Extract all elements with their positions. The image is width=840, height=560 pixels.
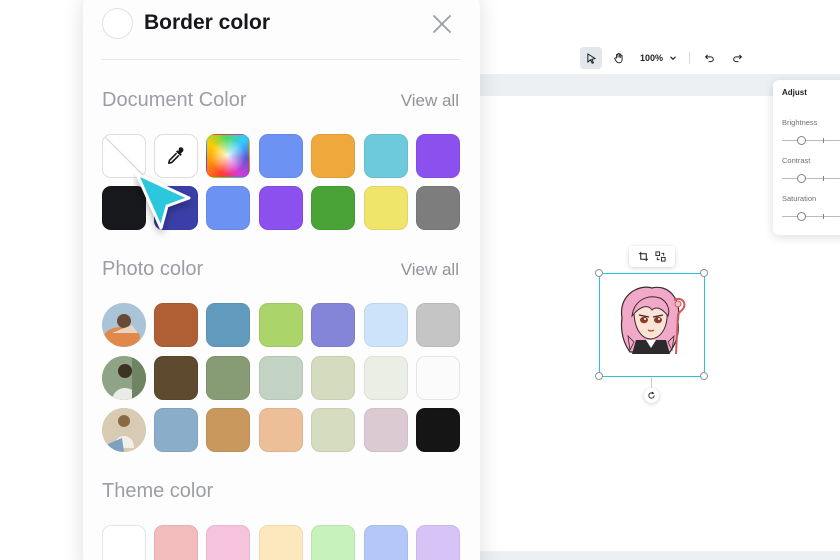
photo-color-view-all-link[interactable]: View all: [401, 260, 459, 280]
undo-button[interactable]: [698, 47, 720, 69]
redo-button[interactable]: [726, 47, 748, 69]
color-swatch[interactable]: [259, 134, 303, 178]
gradient-highlight: [207, 135, 249, 177]
color-swatch[interactable]: [311, 186, 355, 230]
color-swatch[interactable]: [154, 356, 198, 400]
color-swatch[interactable]: [416, 303, 460, 347]
photo-color-heading: Photo color: [102, 258, 204, 280]
resize-handle-top-right[interactable]: [700, 269, 708, 277]
zoom-dropdown[interactable]: 100%: [636, 53, 681, 63]
mouse-cursor-icon: [135, 172, 191, 230]
color-swatch[interactable]: [364, 303, 408, 347]
resize-handle-top-left[interactable]: [595, 269, 603, 277]
color-swatch[interactable]: [311, 134, 355, 178]
color-swatch[interactable]: [206, 408, 250, 452]
color-swatch[interactable]: [416, 356, 460, 400]
photo-thumbnail[interactable]: [102, 303, 146, 347]
color-swatch[interactable]: [364, 356, 408, 400]
select-tool-button[interactable]: [580, 47, 602, 69]
color-swatch[interactable]: [311, 525, 355, 560]
brightness-slider-knob[interactable]: [797, 136, 806, 145]
color-swatch[interactable]: [259, 408, 303, 452]
color-swatch[interactable]: [311, 408, 355, 452]
saturation-default-tick: [823, 214, 824, 219]
color-swatch[interactable]: [206, 525, 250, 560]
color-swatch[interactable]: [416, 525, 460, 560]
brightness-label: Brightness: [782, 118, 818, 127]
redo-icon: [732, 53, 742, 62]
person-photo: [102, 356, 146, 400]
color-swatch[interactable]: [416, 408, 460, 452]
color-swatch[interactable]: [311, 356, 355, 400]
person-photo: [102, 303, 146, 347]
hand-icon: [614, 52, 623, 64]
saturation-label: Saturation: [782, 194, 817, 203]
color-swatch[interactable]: [364, 525, 408, 560]
adjust-panel: Adjust Brightness Contrast Saturation: [773, 80, 840, 235]
replace-image-icon[interactable]: [655, 251, 666, 262]
rotate-icon: [648, 391, 655, 399]
document-color-heading: Document Color: [102, 89, 247, 111]
color-swatch[interactable]: [259, 525, 303, 560]
hand-tool-button[interactable]: [608, 47, 630, 69]
contrast-slider[interactable]: [782, 178, 840, 179]
current-border-color-swatch: [102, 8, 133, 39]
person-photo: [102, 408, 146, 452]
color-swatch[interactable]: [364, 134, 408, 178]
chevron-down-icon: [670, 56, 676, 61]
close-button[interactable]: [430, 12, 454, 36]
border-color-popover: Border color Document Color View all Pho…: [83, 0, 480, 560]
zoom-level: 100%: [640, 53, 664, 63]
photo-thumbnail[interactable]: [102, 356, 146, 400]
contrast-slider-knob[interactable]: [797, 174, 806, 183]
color-swatch[interactable]: [154, 408, 198, 452]
canvas-toolbar: 100%: [580, 46, 748, 70]
document-color-view-all-link[interactable]: View all: [401, 91, 459, 111]
crop-icon[interactable]: [638, 251, 649, 262]
anime-girl-sticker: [620, 286, 686, 355]
color-swatch[interactable]: [206, 303, 250, 347]
canvas-bottom-band: [480, 551, 840, 560]
color-swatch[interactable]: [154, 525, 198, 560]
color-swatch[interactable]: [102, 525, 146, 560]
saturation-slider-knob[interactable]: [797, 212, 806, 221]
close-icon: [433, 15, 451, 33]
theme-color-heading: Theme color: [102, 480, 214, 502]
contrast-default-tick: [823, 176, 824, 181]
popover-title: Border color: [144, 11, 271, 34]
custom-color-picker-swatch[interactable]: [206, 134, 250, 178]
undo-icon: [704, 53, 714, 62]
color-swatch[interactable]: [311, 303, 355, 347]
brightness-slider[interactable]: [782, 140, 840, 141]
color-swatch[interactable]: [259, 303, 303, 347]
photo-thumbnail[interactable]: [102, 408, 146, 452]
color-swatch[interactable]: [259, 186, 303, 230]
selected-image[interactable]: [599, 273, 705, 377]
color-swatch[interactable]: [154, 303, 198, 347]
resize-handle-bottom-left[interactable]: [595, 372, 603, 380]
header-divider: [102, 59, 460, 60]
color-swatch[interactable]: [416, 134, 460, 178]
resize-handle-bottom-right[interactable]: [700, 372, 708, 380]
color-swatch[interactable]: [364, 408, 408, 452]
color-swatch[interactable]: [206, 356, 250, 400]
eyedropper-icon: [168, 147, 184, 164]
image-mini-toolbar: [629, 246, 675, 267]
color-swatch[interactable]: [416, 186, 460, 230]
rotate-handle[interactable]: [644, 388, 659, 403]
color-swatch[interactable]: [364, 186, 408, 230]
pointer-icon: [586, 52, 596, 64]
brightness-default-tick: [823, 138, 824, 143]
saturation-slider[interactable]: [782, 216, 840, 217]
contrast-label: Contrast: [782, 156, 811, 165]
adjust-title: Adjust: [782, 88, 807, 97]
toolbar-divider: [689, 52, 691, 64]
color-swatch[interactable]: [206, 186, 250, 230]
color-swatch[interactable]: [259, 356, 303, 400]
